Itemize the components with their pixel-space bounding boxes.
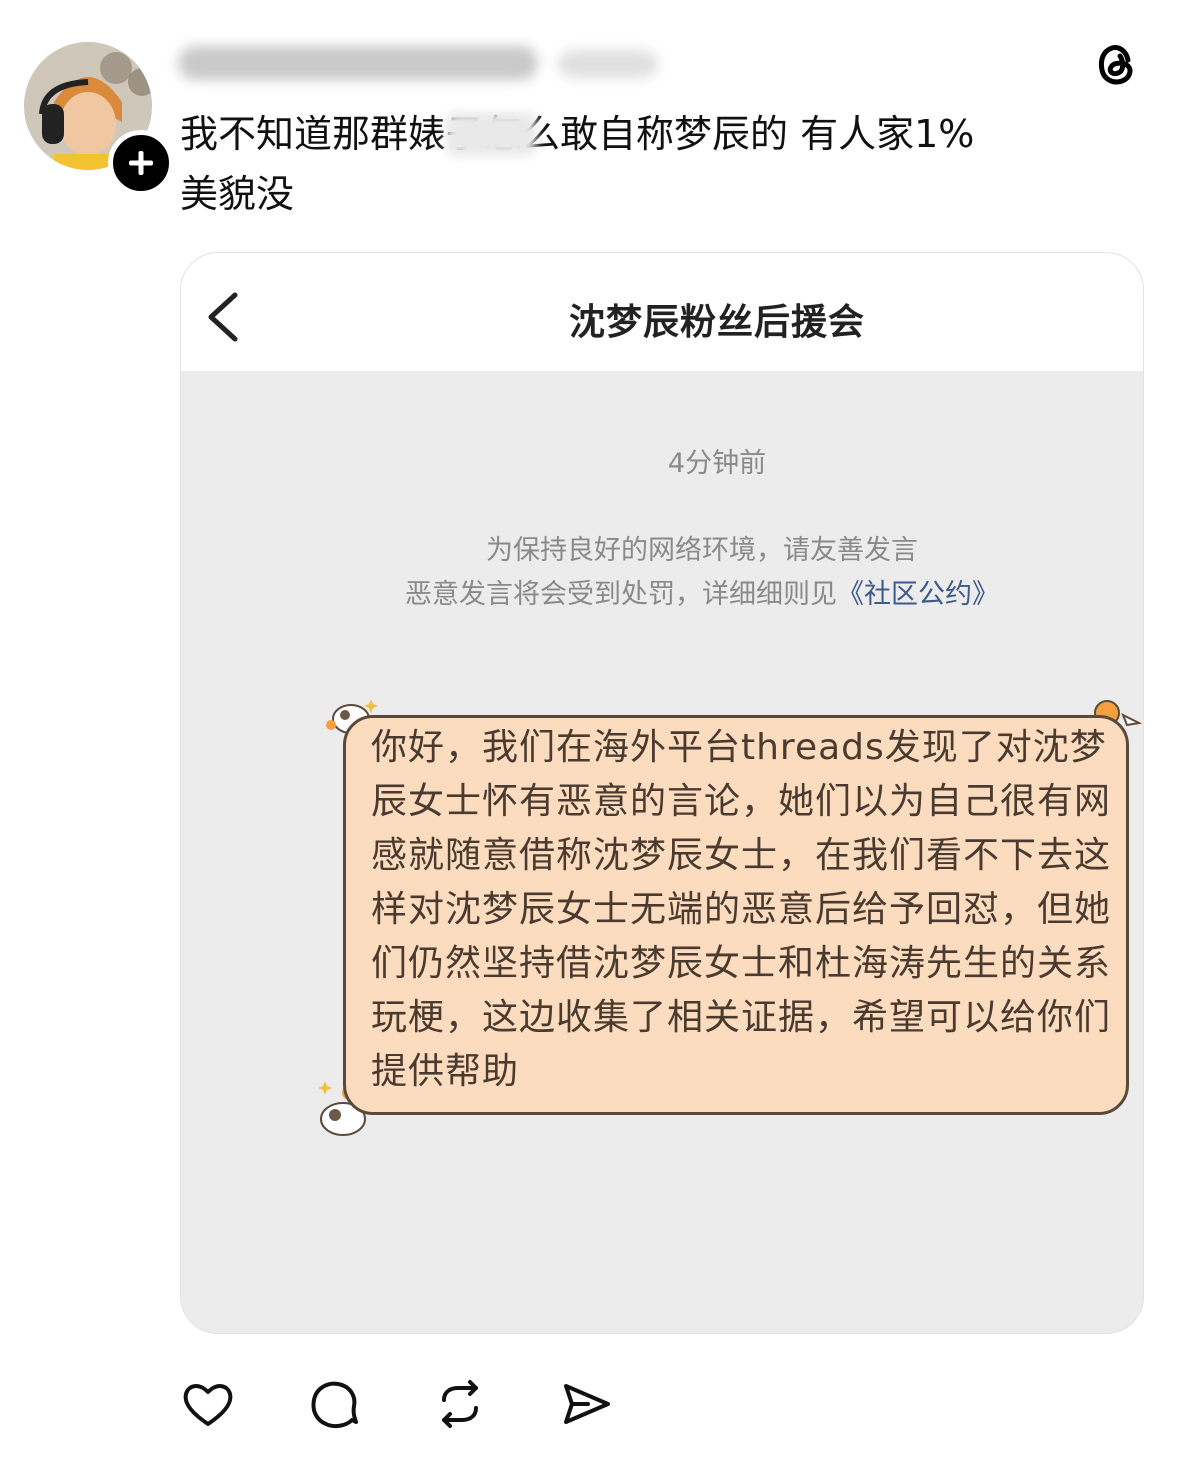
threads-logo-icon[interactable] [1090, 36, 1144, 90]
username-blurred[interactable] [178, 40, 658, 84]
message-text: 你好，我们在海外平台threads发现了对沈梦辰女士怀有恶意的言论，她们以为自己… [371, 727, 1112, 1092]
timestamp: 4分钟前 [667, 448, 767, 479]
repost-icon[interactable] [432, 1376, 488, 1432]
notice-line-2-text: 恶意发言将会受到处罚，详细细则见 [405, 579, 837, 610]
screenshot-header: 沈梦辰粉丝后援会 [181, 253, 1143, 371]
censor-blur [446, 112, 536, 156]
post-text: 我不知道那群婊子怎么敢自称梦辰的 有人家1% 美貌没 [180, 112, 975, 216]
screenshot-title: 沈梦辰粉丝后援会 [568, 302, 865, 343]
community-notice: 为保持良好的网络环境，请友善发言 恶意发言将会受到处罚，详细细则见《社区公约》 [181, 529, 1143, 617]
avatar-container[interactable] [24, 42, 174, 196]
heart-icon[interactable] [180, 1376, 236, 1432]
plus-icon [129, 151, 153, 175]
community-rules-link: 《社区公约》 [837, 579, 999, 610]
comment-bubble-icon[interactable] [306, 1376, 362, 1432]
send-icon[interactable] [558, 1376, 614, 1432]
follow-button[interactable] [108, 130, 174, 196]
embedded-screenshot[interactable]: 沈梦辰粉丝后援会 4分钟前 为保持良好的网络环境，请友善发言 恶意发言将会受到处… [180, 252, 1144, 1334]
notice-line-2: 恶意发言将会受到处罚，详细细则见《社区公约》 [261, 573, 1143, 617]
notice-line-1: 为保持良好的网络环境，请友善发言 [486, 535, 918, 566]
